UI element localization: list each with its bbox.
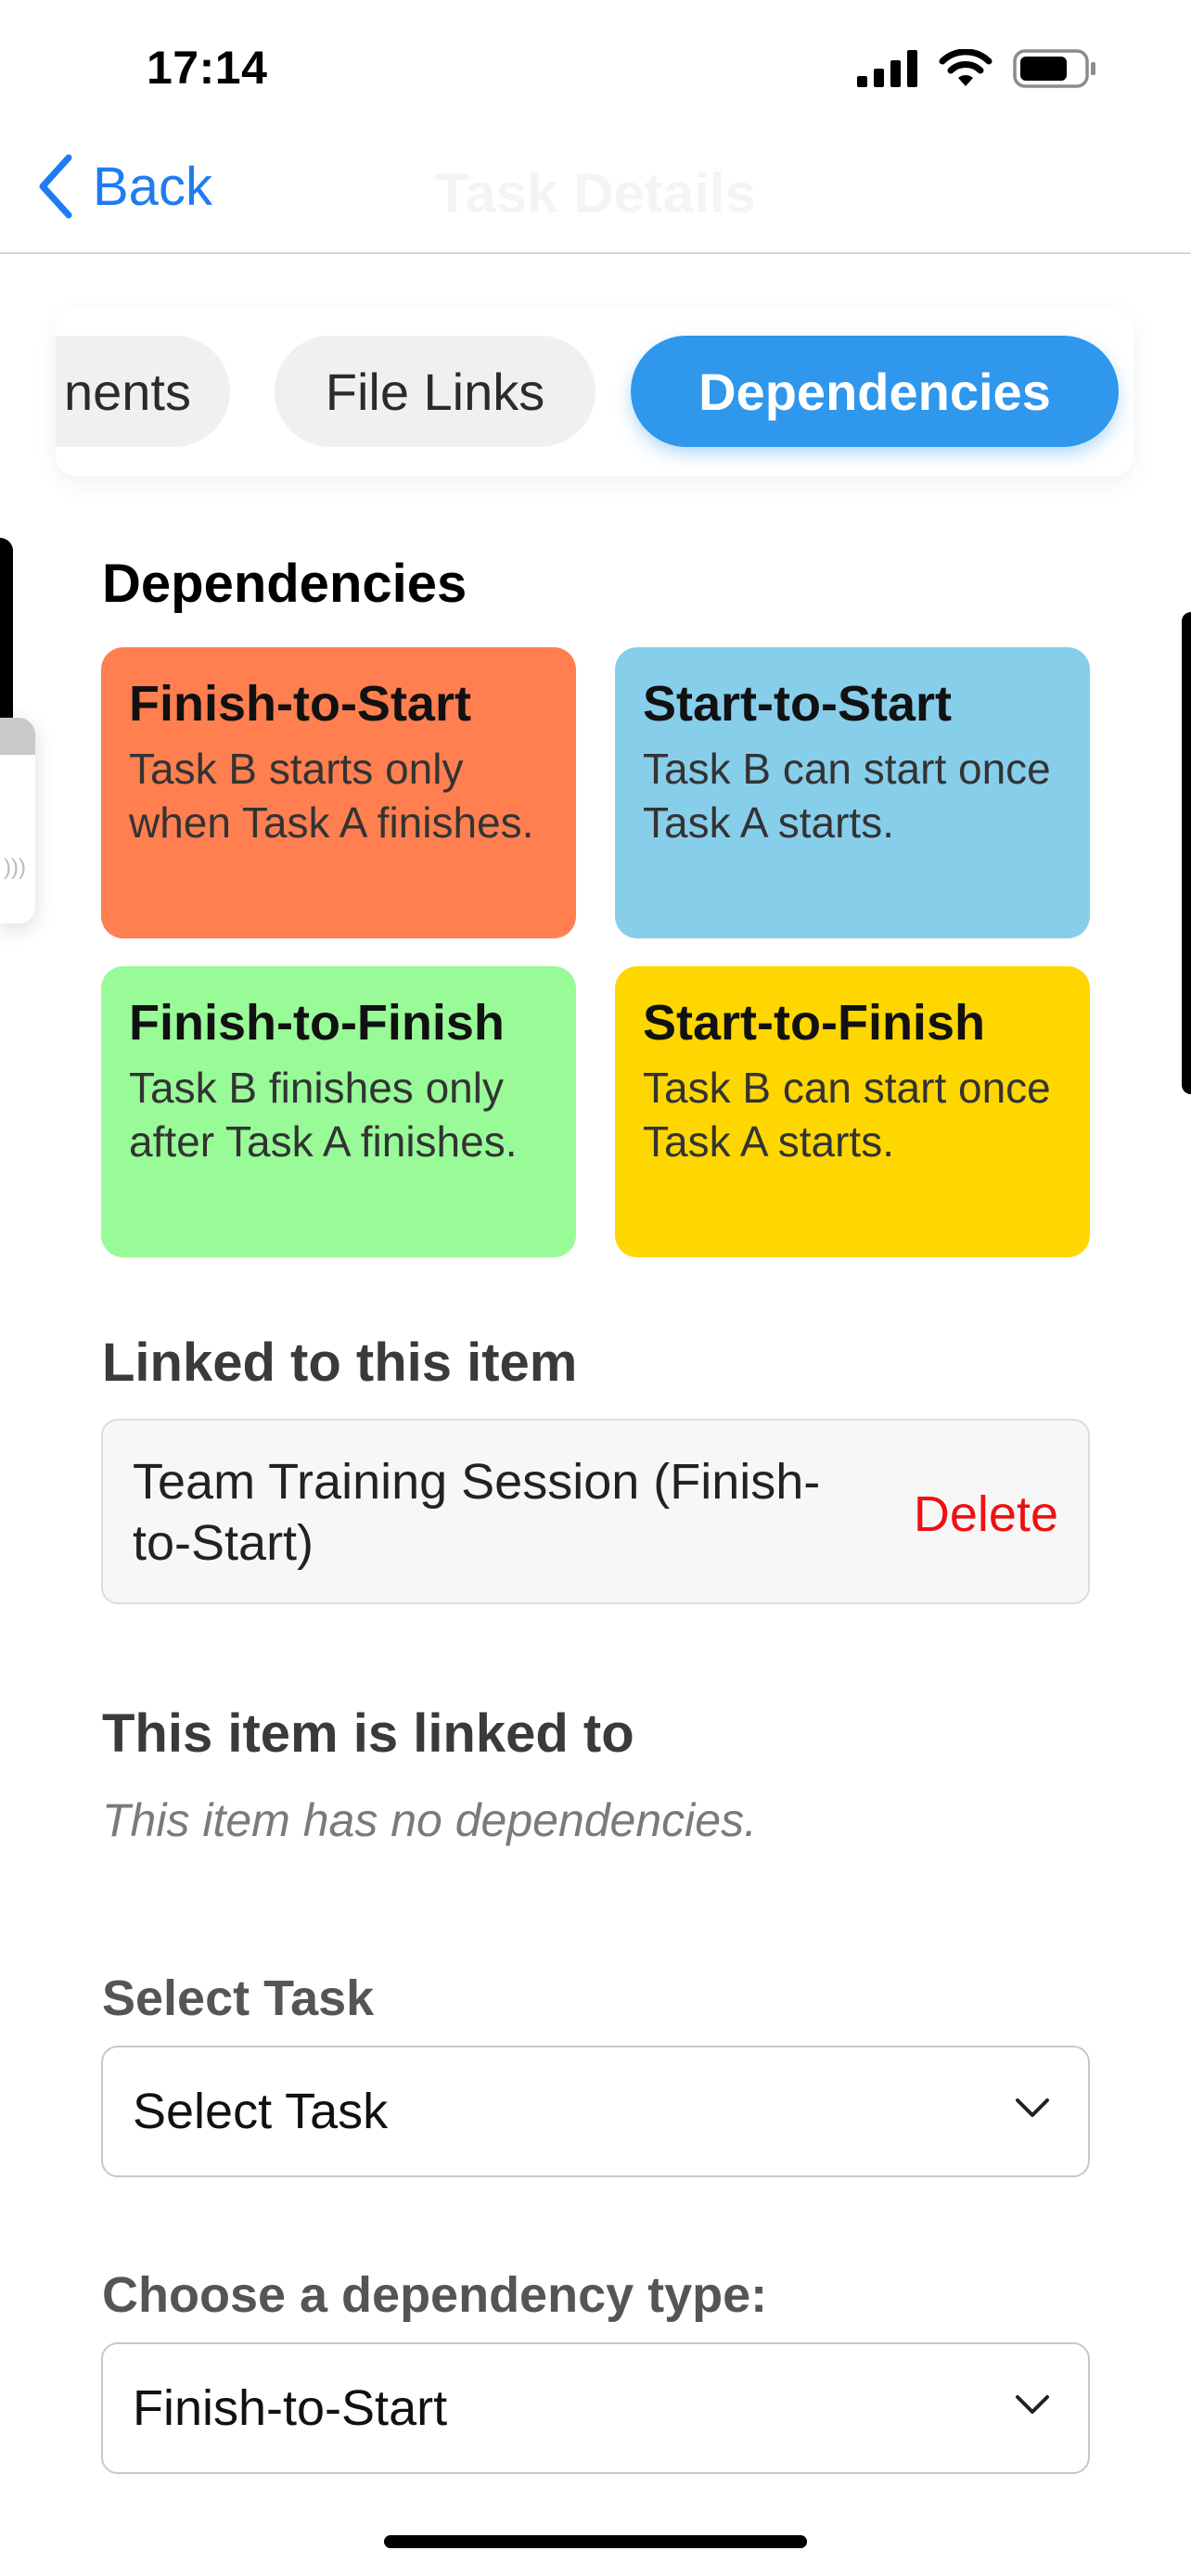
- sound-waves-icon: ))): [4, 855, 26, 880]
- delete-button[interactable]: Delete: [914, 1486, 1058, 1543]
- dependency-type-value: Finish-to-Start: [133, 2380, 448, 2436]
- card-title: Start-to-Finish: [643, 995, 985, 1051]
- linked-item-text: Team Training Session (Finish-to-Start): [133, 1454, 821, 1571]
- home-indicator: [384, 2535, 807, 2548]
- status-icons: [857, 48, 1098, 89]
- dependency-card-finish-to-finish: Finish-to-Finish Task B finishes only af…: [101, 966, 576, 1257]
- tab-strip: nents File Links Dependencies: [56, 308, 1133, 477]
- dependency-type-dropdown[interactable]: Finish-to-Start: [101, 2342, 1090, 2474]
- tab-dependencies[interactable]: Dependencies: [631, 336, 1119, 447]
- chevron-down-icon: [1016, 2098, 1049, 2117]
- cellular-signal-icon: [857, 50, 917, 87]
- status-time: 17:14: [147, 42, 268, 94]
- select-task-label: Select Task: [102, 1970, 375, 2026]
- tab-file-links[interactable]: File Links: [275, 336, 596, 447]
- card-title: Finish-to-Finish: [129, 995, 505, 1051]
- card-description: Task B can start once Task A starts.: [643, 1064, 1051, 1167]
- card-description: Task B finishes only after Task A finish…: [129, 1064, 518, 1167]
- tab-dependencies-label: Dependencies: [698, 362, 1051, 421]
- dependency-card-finish-to-start: Finish-to-Start Task B starts only when …: [101, 647, 576, 938]
- background-edge-right: [1182, 612, 1191, 1094]
- card-description: Task B can start once Task A starts.: [643, 745, 1051, 848]
- nav-title: Task Details: [435, 162, 756, 224]
- linked-item-row: Team Training Session (Finish-to-Start) …: [101, 1419, 1090, 1604]
- dependency-type-label: Choose a dependency type:: [102, 2267, 768, 2323]
- wifi-icon: [939, 49, 992, 86]
- background-peek-card: ))): [0, 718, 35, 924]
- tab-comments-label: nents: [64, 362, 191, 421]
- no-dependencies-note: This item has no dependencies.: [102, 1794, 757, 1846]
- select-task-value: Select Task: [133, 2084, 389, 2139]
- dependency-card-start-to-start: Start-to-Start Task B can start once Tas…: [615, 647, 1090, 938]
- navigation-bar: Back Task Details: [0, 139, 1191, 254]
- battery-icon: [1013, 49, 1095, 88]
- section-title: Dependencies: [102, 554, 467, 614]
- dependency-card-start-to-finish: Start-to-Finish Task B can start once Ta…: [615, 966, 1090, 1257]
- chevron-down-icon: [1016, 2395, 1049, 2414]
- linked-to-heading: Linked to this item: [102, 1333, 578, 1393]
- item-linked-to-heading: This item is linked to: [102, 1703, 634, 1764]
- tab-comments[interactable]: nents: [56, 336, 230, 447]
- card-description: Task B starts only when Task A finishes.: [129, 745, 534, 848]
- tab-file-links-label: File Links: [325, 362, 545, 421]
- card-title: Finish-to-Start: [129, 676, 471, 732]
- select-task-dropdown[interactable]: Select Task: [101, 2046, 1090, 2177]
- status-bar: 17:14: [0, 0, 1191, 139]
- card-title: Start-to-Start: [643, 676, 952, 732]
